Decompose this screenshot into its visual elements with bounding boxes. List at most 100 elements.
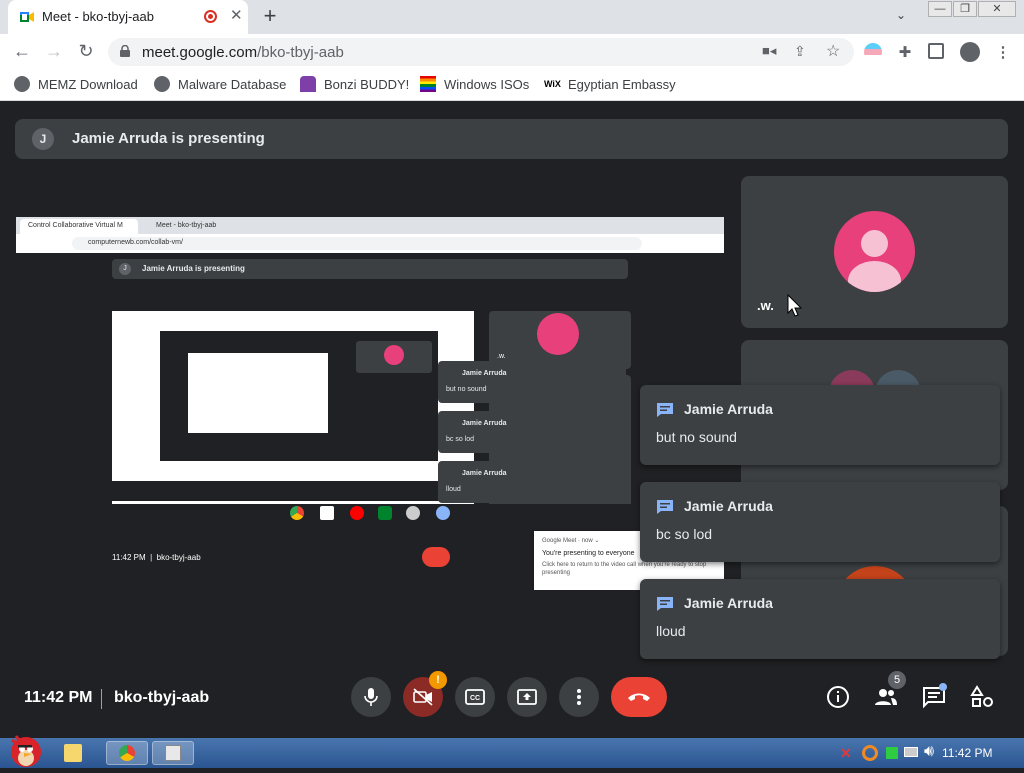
browser-menu-icon[interactable]: ⋮	[994, 43, 1012, 61]
profile-avatar[interactable]	[960, 42, 980, 62]
shared-toolbar: computernewb.com/collab-vm/	[16, 234, 724, 253]
shared-chat-author: Jamie Arruda	[462, 420, 507, 427]
presenter-avatar: J	[32, 128, 54, 150]
extensions-puzzle-icon[interactable]: ✚	[896, 43, 914, 61]
new-tab-button[interactable]: +	[258, 3, 282, 29]
vm-icon	[406, 506, 420, 520]
chat-notification-1[interactable]: Jamie Arruda but no sound	[640, 385, 1000, 465]
tab-search-chevron-icon[interactable]: ⌄	[896, 8, 906, 22]
activities-icon[interactable]	[970, 685, 994, 709]
shared-presenter-avatar: J	[119, 263, 131, 275]
search-tray-icon[interactable]	[862, 745, 878, 761]
avatar-body	[848, 261, 901, 292]
bookmark-label: Egyptian Embassy	[568, 76, 676, 92]
restore-button[interactable]: ❐	[953, 1, 977, 17]
tab-strip: Meet - bko-tbyj-aab ✕ + ⌄ — ❐ ✕	[0, 0, 1024, 34]
bookmark-bonzi-buddy[interactable]: Bonzi BUDDY!	[300, 76, 409, 92]
bookmark-egyptian-embassy[interactable]: WiX Egyptian Embassy	[544, 76, 676, 92]
close-window-button[interactable]: ✕	[978, 1, 1016, 17]
nested-shared-screen	[112, 311, 474, 511]
side-panel-icon[interactable]	[928, 43, 944, 59]
globe-icon	[154, 76, 170, 92]
notif-app: Google Meet · now ⌄	[542, 538, 600, 544]
microphone-icon	[364, 688, 378, 706]
bookmark-star-icon[interactable]: ☆	[826, 41, 840, 61]
camera-warning-badge: !	[429, 671, 447, 689]
meet-favicon-icon	[20, 12, 34, 22]
self-name: .w.	[757, 298, 774, 313]
shared-self-name: .w.	[497, 353, 506, 360]
start-button[interactable]	[4, 730, 46, 768]
monitor-icon[interactable]	[904, 747, 918, 757]
extension-profile-icon[interactable]	[864, 43, 882, 61]
tab-meet[interactable]: Meet - bko-tbyj-aab ✕	[8, 0, 248, 34]
bookmark-label: MEMZ Download	[38, 76, 138, 92]
bookmark-malware-database[interactable]: Malware Database	[154, 76, 286, 92]
bookmark-label: Windows ISOs	[444, 76, 530, 92]
volume-icon[interactable]: 🔊︎	[924, 743, 934, 761]
taskbar-app-button[interactable]	[152, 741, 194, 765]
chat-message: but no sound	[656, 429, 737, 445]
url-path: /bko-tbyj-aab	[257, 44, 344, 61]
participants-count-badge: 5	[888, 671, 906, 689]
back-arrow-icon[interactable]: ←	[10, 41, 34, 62]
camera-in-use-icon[interactable]: ■◂	[762, 43, 776, 59]
chat-notification-3[interactable]: Jamie Arruda lloud	[640, 579, 1000, 659]
bookmark-windows-isos[interactable]: Windows ISOs	[420, 76, 529, 92]
present-button[interactable]	[507, 677, 547, 717]
shared-tab-2: Meet - bko-tbyj-aab	[156, 222, 217, 229]
chat-author: Jamie Arruda	[684, 595, 773, 611]
presenting-banner-text: Jamie Arruda is presenting	[72, 130, 265, 147]
nested-deep-screen	[188, 353, 328, 433]
chat-notification-2[interactable]: Jamie Arruda bc so lod	[640, 482, 1000, 562]
leave-call-button[interactable]	[611, 677, 667, 717]
notif-title: You're presenting to everyone	[542, 550, 635, 557]
browser-toolbar: ← → ↻ meet.google.com/bko-tbyj-aab ■◂ ⇪ …	[0, 34, 1024, 70]
more-options-button[interactable]	[559, 677, 599, 717]
chat-bubble-icon	[657, 500, 673, 514]
lock-icon	[120, 45, 130, 57]
security-alert-icon[interactable]: ✕	[840, 745, 856, 761]
angry-bird-start-icon	[11, 735, 41, 767]
microphone-button[interactable]	[351, 677, 391, 717]
explorer-quicklaunch-icon[interactable]	[64, 744, 82, 762]
camera-button[interactable]: !	[403, 671, 447, 717]
avatar-head	[861, 230, 888, 257]
captions-button[interactable]: CC	[455, 677, 495, 717]
self-video-tile[interactable]: .w.	[741, 176, 1008, 328]
chat-message: lloud	[656, 623, 686, 639]
nested-tile	[356, 341, 432, 373]
notif-body: Click here to return to the video call w…	[542, 562, 707, 576]
bookmark-memz[interactable]: MEMZ Download	[14, 76, 138, 92]
shared-chat-text: but no sound	[446, 386, 487, 393]
svg-text:CC: CC	[470, 695, 480, 702]
taskbar-chrome-button[interactable]	[106, 741, 148, 765]
taskbar-clock[interactable]: 11:42 PM	[942, 746, 992, 760]
divider	[101, 689, 102, 709]
shared-banner: J Jamie Arruda is presenting	[112, 259, 628, 279]
gmail-icon	[320, 506, 334, 520]
forward-arrow-icon[interactable]: →	[42, 41, 66, 62]
share-icon[interactable]: ⇪	[794, 43, 806, 60]
reload-icon[interactable]: ↻	[74, 41, 98, 62]
shared-chat-text: bc so lod	[446, 436, 475, 443]
chat-author: Jamie Arruda	[684, 401, 773, 417]
bookmark-label: Malware Database	[178, 76, 287, 92]
chrome-icon	[119, 745, 135, 761]
captions-icon: CC	[465, 689, 485, 705]
chat-message: bc so lod	[656, 526, 713, 542]
shared-footer: 11:42 PM | bko-tbyj-aab	[112, 553, 201, 562]
shared-screen[interactable]: Control Collaborative Virtual M Meet - b…	[16, 217, 724, 590]
meeting-info-icon[interactable]	[826, 685, 850, 709]
meet-call-area: J Jamie Arruda is presenting Control Col…	[0, 101, 1024, 738]
shared-chat-2: Jamie Arruda bc so lod	[438, 411, 626, 453]
network-icon[interactable]	[886, 747, 898, 759]
shared-chat-1: Jamie Arruda but no sound	[438, 361, 626, 403]
address-bar[interactable]: meet.google.com/bko-tbyj-aab ■◂ ⇪ ☆	[108, 38, 854, 66]
chat-bubble-icon	[657, 597, 673, 611]
self-avatar	[834, 211, 915, 292]
minimize-button[interactable]: —	[928, 1, 952, 17]
close-tab-icon[interactable]: ✕	[230, 6, 243, 24]
shared-chat-author: Jamie Arruda	[462, 470, 507, 477]
shared-chat-text: lloud	[446, 486, 461, 493]
